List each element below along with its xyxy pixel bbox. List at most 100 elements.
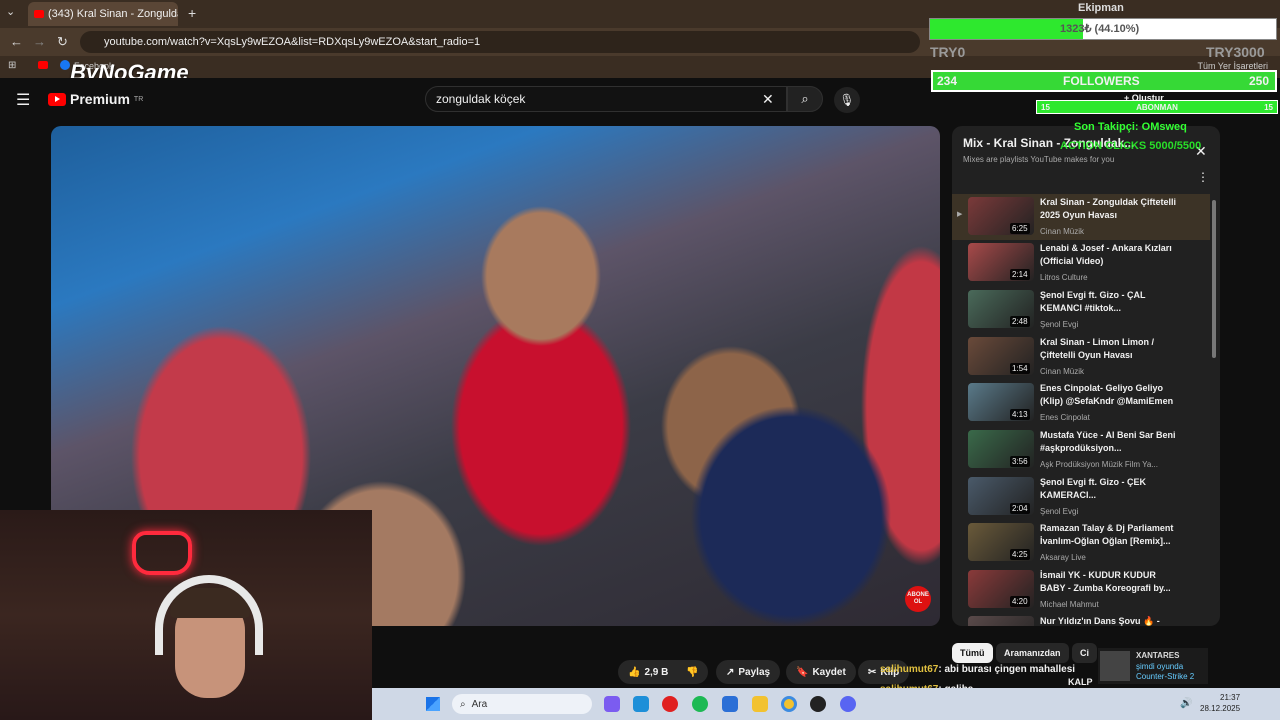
back-icon[interactable]: ← (10, 34, 23, 49)
playlist-item-channel: Cinan Müzik (1040, 227, 1085, 236)
search-value: zonguldak köçek (436, 92, 526, 106)
clear-search-icon[interactable]: ✕ (762, 91, 774, 108)
video-duration: 4:20 (1010, 596, 1030, 607)
microphone-icon: 🎙 (839, 93, 855, 107)
now-playing-icon: ▶ (957, 211, 963, 218)
donation-goal-text: 1323₺ (44.10%) (1060, 23, 1140, 35)
facebook-bookmark-icon[interactable] (60, 60, 70, 70)
playlist-item-title: Şenol Evgi ft. Gizo - ÇAL KEMANCI #tikto… (1040, 290, 1146, 313)
playlist-item[interactable]: 2:04 Şenol Evgi ft. Gizo - ÇEK KAMERACI..… (952, 474, 1210, 520)
goal-name: Ekipman (1078, 2, 1124, 14)
friend-name: XANTARES (1136, 651, 1180, 660)
subscribe-watermark-line2: OL (913, 599, 923, 605)
playlist-item[interactable]: 2:14 Lenabi & Josef - Ankara Kızları (Off… (952, 240, 1210, 286)
action-clicks: ACTION CLICKS 5000/5500 (1060, 140, 1202, 152)
playlist-item-title: Nur Yıldız'ın Dans Şovu 🔥 - (1040, 616, 1160, 626)
search-input[interactable]: zonguldak köçek (425, 86, 787, 112)
taskbar-search-label: Ara (471, 698, 488, 710)
playlist-item[interactable]: 3:56 Mustafa Yüce - Al Beni Sar Beni #aşk… (952, 427, 1210, 473)
clock-time: 21:37 (1220, 693, 1241, 702)
playlist-item-title: Şenol Evgi ft. Gizo - ÇEK KAMERACI... (1040, 477, 1147, 500)
clock-date: 28.12.2025 (1200, 704, 1241, 713)
like-count: 2,9 B (644, 666, 669, 678)
playlist-item[interactable]: 1:54 Kral Sinan - Limon Limon / Çiftetell… (952, 334, 1210, 380)
video-duration: 3:56 (1010, 456, 1030, 467)
chip-all[interactable]: Tümü (952, 643, 993, 663)
share-button[interactable]: ↗ Paylaş (716, 660, 781, 684)
search-button[interactable]: ⌕ (787, 86, 823, 112)
taskbar-search[interactable]: ⌕ Ara (452, 694, 592, 714)
copilot-icon[interactable] (604, 696, 620, 712)
voice-search-button[interactable]: 🎙 (834, 87, 860, 113)
video-duration: 6:25 (1010, 223, 1030, 234)
more-options-icon[interactable]: ⋮ (1197, 170, 1209, 184)
playlist-subtitle: Mixes are playlists YouTube makes for yo… (963, 155, 1115, 164)
playlist-item-title: Ramazan Talay & Dj Parliament İvanlım-Oğ… (1040, 523, 1174, 546)
video-duration: 4:13 (1010, 409, 1030, 420)
youtube-premium-logo[interactable]: Premium TR (48, 91, 143, 107)
followers-label: FOLLOWERS (1063, 74, 1140, 88)
chip-from-search[interactable]: Aramanızdan (996, 643, 1069, 663)
share-label: Paylaş (738, 666, 771, 678)
followers-count: 234 (937, 74, 958, 88)
playlist-item[interactable]: Nur Yıldız'ın Dans Şovu 🔥 - (952, 613, 1210, 626)
start-icon[interactable] (426, 697, 440, 711)
friend-status: şimdi oyunda (1136, 662, 1184, 671)
premium-label: Premium (70, 91, 130, 107)
like-button[interactable]: 👍 2,9 B (618, 660, 679, 684)
volume-icon[interactable]: 🔊 (1180, 698, 1192, 709)
playlist-item-channel: Michael Mahmut (1040, 600, 1099, 609)
chrome-icon[interactable] (781, 696, 797, 712)
video-duration: 1:54 (1010, 363, 1030, 374)
taskbar-clock[interactable]: 21:37 28.12.2025 (1200, 692, 1240, 714)
playlist-item[interactable]: 4:20 İsmail YK - KUDUR KUDUR BABY - Zumba… (952, 567, 1210, 613)
playlist-scrollbar[interactable] (1212, 200, 1216, 358)
last-follower: Son Takipçi: OMsweq (1074, 121, 1187, 133)
friend-notification[interactable]: XANTARES şimdi oyunda Counter-Strike 2 (1098, 648, 1208, 684)
chat-user: salihumut67 (880, 664, 939, 675)
playlist-item-channel: Enes Cinpolat (1040, 413, 1090, 422)
apps-icon[interactable]: ⊞ (8, 60, 16, 71)
obs-icon[interactable] (810, 696, 826, 712)
goal-start-label: TRY0 (930, 44, 966, 60)
menu-icon[interactable]: ☰ (16, 90, 30, 110)
friend-game: Counter-Strike 2 (1136, 672, 1195, 681)
playlist-item-channel: Aşk Prodüksiyon Müzik Film Ya... (1040, 460, 1158, 469)
new-tab-button[interactable]: + (188, 5, 196, 21)
edge-icon[interactable] (633, 696, 649, 712)
media-player-icon[interactable] (662, 696, 678, 712)
friend-avatar (1100, 651, 1130, 681)
search-icon: ⌕ (801, 91, 809, 106)
playlist-item-title: Kral Sinan - Zonguldak Çiftetelli 2025 O… (1040, 197, 1177, 220)
tab-title: (343) Kral Sinan - Zonguldak Ç (48, 8, 178, 20)
dislike-button[interactable]: 👎 (676, 660, 709, 684)
playlist-item[interactable]: 2:48 Şenol Evgi ft. Gizo - ÇAL KEMANCI #t… (952, 287, 1210, 333)
discord-icon[interactable] (840, 696, 856, 712)
spotify-icon[interactable] (692, 696, 708, 712)
youtube-favicon-icon (34, 10, 44, 18)
reload-icon[interactable]: ↻ (57, 34, 68, 50)
bookmark-icon: 🔖 (796, 666, 809, 678)
subscriber-goal: 15 (1264, 102, 1273, 112)
playlist-item[interactable]: ▶ 6:25 Kral Sinan - Zonguldak Çiftetelli 2… (952, 194, 1210, 240)
playlist-item[interactable]: 4:25 Ramazan Talay & Dj Parliament İvanlı… (952, 520, 1210, 566)
playlist-item[interactable]: 4:13 Enes Cinpolat- Geliyo Geliyo (Klip) … (952, 380, 1210, 426)
playlist-item-channel: Cinan Müzik (1040, 367, 1085, 376)
subscriber-count: 15 (1041, 102, 1050, 112)
url-field[interactable]: youtube.com/watch?v=XqsLy9wEZOA&list=RDX… (80, 31, 920, 53)
tab-search-icon[interactable]: ⌄ (6, 5, 15, 18)
neon-sign (132, 531, 192, 575)
save-button[interactable]: 🔖 Kaydet (786, 660, 856, 684)
file-explorer-icon[interactable] (752, 696, 768, 712)
chat-message: salihumut67: abi burası çingen mahallesi (880, 664, 1075, 675)
video-duration: 4:25 (1010, 549, 1030, 560)
youtube-bookmark-icon[interactable] (38, 61, 48, 69)
subscribe-watermark-line1: ABONE (907, 592, 929, 598)
forward-icon[interactable]: → (33, 34, 46, 49)
browser-tab[interactable]: (343) Kral Sinan - Zonguldak Ç ✕ (28, 2, 178, 26)
thumbs-down-icon: 👎 (686, 666, 699, 678)
chip-more[interactable]: Ci (1072, 643, 1097, 663)
store-icon[interactable] (722, 696, 738, 712)
video-duration: 2:04 (1010, 503, 1030, 514)
subscribe-watermark[interactable]: ABONE OL (905, 586, 931, 612)
